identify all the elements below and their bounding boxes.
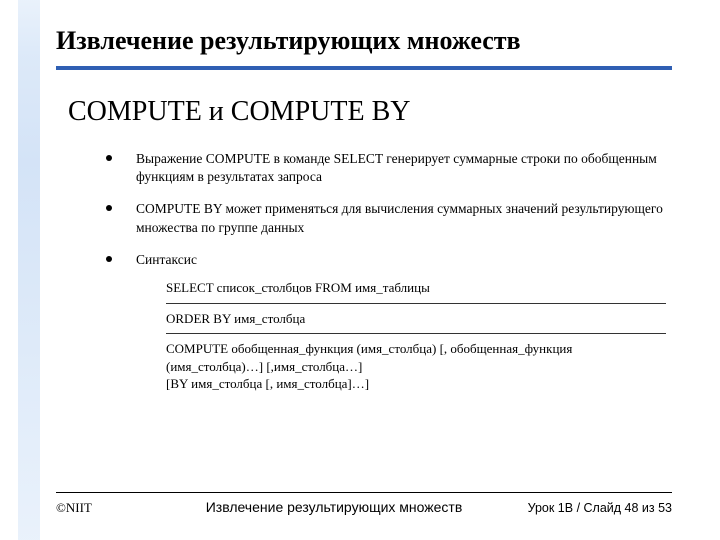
bullet-text: Выражение COMPUTE в команде SELECT генер… — [136, 150, 666, 186]
slide: Извлечение результирующих множеств COMPU… — [0, 0, 720, 540]
list-item: Синтаксис — [106, 251, 666, 269]
footer-title: Извлечение результирующих множеств — [166, 499, 502, 515]
decorative-stripe — [18, 0, 40, 540]
bullet-list: Выражение COMPUTE в команде SELECT генер… — [106, 150, 666, 401]
slide-title: Извлечение результирующих множеств — [56, 26, 672, 56]
list-item: Выражение COMPUTE в команде SELECT генер… — [106, 150, 666, 186]
bullet-text: COMPUTE BY может применяться для вычисле… — [136, 200, 666, 236]
title-underline — [56, 66, 672, 70]
syntax-line: COMPUTE обобщенная_функция (имя_столбца)… — [166, 336, 666, 399]
slide-subtitle: COMPUTE и COMPUTE BY — [68, 96, 410, 128]
title-block: Извлечение результирующих множеств — [56, 26, 672, 70]
syntax-block: SELECT список_столбцов FROM имя_таблицы … — [166, 275, 666, 399]
bullet-icon — [106, 205, 112, 211]
syntax-line: SELECT список_столбцов FROM имя_таблицы — [166, 275, 666, 304]
list-item: COMPUTE BY может применяться для вычисле… — [106, 200, 666, 236]
footer-page-indicator: Урок 1B / Слайд 48 из 53 — [502, 501, 672, 515]
syntax-line: ORDER BY имя_столбца — [166, 306, 666, 335]
footer-copyright: ©NIIT — [56, 500, 166, 516]
slide-footer: ©NIIT Извлечение результирующих множеств… — [56, 492, 672, 516]
bullet-icon — [106, 256, 112, 262]
bullet-icon — [106, 155, 112, 161]
bullet-text: Синтаксис — [136, 251, 666, 269]
